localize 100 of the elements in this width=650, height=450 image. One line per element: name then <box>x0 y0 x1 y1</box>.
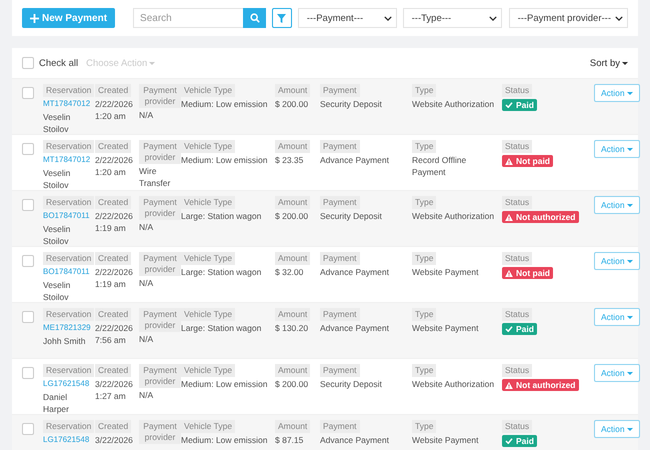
field-value: Website Payment <box>412 434 478 446</box>
field-label: Reservation <box>43 84 94 97</box>
field-label: Vehicle Type <box>181 140 236 153</box>
action-button[interactable]: Action <box>594 364 640 382</box>
field-value: $ 23.35 <box>275 154 304 166</box>
field-label: Amount <box>275 84 310 97</box>
field-label: Type <box>412 420 436 433</box>
search-button[interactable] <box>243 8 266 28</box>
caret-icon <box>149 62 156 64</box>
field-value: 3/22/2026 <box>95 434 133 446</box>
field-label: Payment <box>320 196 360 209</box>
reservation-link[interactable]: BO17847011 <box>43 266 90 278</box>
field-value: 2/22/2026 1:20 am <box>95 154 134 178</box>
field-label: Type <box>412 364 436 377</box>
chevron-icon <box>615 16 623 20</box>
field-label: Vehicle Type <box>181 196 236 209</box>
dropdown[interactable]: ---Type--- <box>402 8 502 28</box>
field-value: Medium: Low emission <box>181 378 268 390</box>
caret-icon <box>626 316 633 318</box>
row-checkbox[interactable] <box>22 143 34 155</box>
plus-icon <box>30 14 39 22</box>
action-button[interactable]: Action <box>594 308 640 326</box>
filter-button[interactable] <box>272 8 292 28</box>
status-badge: Not paid <box>502 155 553 167</box>
filter-icon <box>277 14 286 22</box>
caret-icon <box>626 92 633 94</box>
field-label: Status <box>502 252 532 265</box>
new-payment-button[interactable]: New Payment <box>22 8 116 28</box>
field-value: $ 87.15 <box>275 434 304 446</box>
caret-icon <box>626 260 633 262</box>
field-value: 2/22/2026 1:19 am <box>95 210 134 234</box>
field-value: Advance Payment <box>320 322 389 334</box>
caret-icon <box>626 372 633 374</box>
row-checkbox[interactable] <box>22 255 34 267</box>
field-label: Created <box>95 364 132 377</box>
row-checkbox[interactable] <box>22 199 34 211</box>
row-checkbox[interactable] <box>22 423 34 435</box>
reservation-link[interactable]: LG17621548 <box>43 434 90 446</box>
sort-by-dropdown[interactable]: Sort by <box>590 58 628 68</box>
field-label: Payment provider <box>139 308 181 332</box>
caret-icon <box>626 428 633 430</box>
caret-icon <box>626 204 633 206</box>
field-value: N/A <box>139 333 154 345</box>
field-label: Status <box>502 84 532 97</box>
field-value: Advance Payment <box>320 434 389 446</box>
field-value: Large: Station wagon <box>181 210 262 222</box>
field-label: Status <box>502 364 532 377</box>
caret-icon <box>626 148 633 150</box>
field-value: Security Deposit <box>320 98 382 110</box>
status-badge: Not authorized <box>502 379 578 391</box>
field-label: Payment provider <box>139 364 181 388</box>
field-label: Payment <box>320 252 360 265</box>
dropdown[interactable]: ---Payment--- <box>298 8 397 28</box>
row-checkbox[interactable] <box>22 311 34 323</box>
field-label: Reservation <box>43 420 94 433</box>
field-value: 2/22/2026 1:20 am <box>95 98 134 122</box>
reservation-link[interactable]: ME17821329 <box>43 322 91 334</box>
search-field[interactable]: Search <box>133 8 244 28</box>
field-value: 3/22/2026 1:27 am <box>95 378 134 402</box>
field-value: Medium: Low emission <box>181 434 268 446</box>
caret-icon <box>622 62 628 64</box>
action-button[interactable]: Action <box>594 84 640 102</box>
status-badge: Paid <box>502 323 537 335</box>
field-label: Payment <box>320 420 360 433</box>
customer-name: Johh Smith <box>43 335 86 347</box>
search-icon <box>250 13 260 23</box>
field-label: Status <box>502 420 532 433</box>
reservation-link[interactable]: MT17847012 <box>43 98 90 110</box>
field-label: Type <box>412 140 436 153</box>
field-label: Vehicle Type <box>181 252 236 265</box>
field-value: N/A <box>139 389 154 401</box>
row-checkbox[interactable] <box>22 87 34 99</box>
field-value: $ 200.00 <box>275 98 308 110</box>
reservation-link[interactable]: BO17847011 <box>43 210 90 222</box>
field-label: Payment provider <box>139 252 181 276</box>
field-label: Vehicle Type <box>181 308 236 321</box>
field-value: N/A <box>139 221 154 233</box>
dropdown[interactable]: ---Payment provider--- <box>508 8 628 28</box>
field-label: Amount <box>275 364 310 377</box>
field-label: Payment <box>320 364 360 377</box>
field-label: Payment <box>320 308 360 321</box>
field-value: N/A <box>139 109 154 121</box>
status-badge: Paid <box>502 99 537 111</box>
field-label: Type <box>412 252 436 265</box>
field-label: Amount <box>275 252 310 265</box>
field-label: Payment provider <box>139 140 181 164</box>
status-badge: Paid <box>502 435 537 447</box>
row-checkbox[interactable] <box>22 367 34 379</box>
field-value: Security Deposit <box>320 210 382 222</box>
field-label: Reservation <box>43 252 94 265</box>
action-button[interactable]: Action <box>594 252 640 270</box>
reservation-link[interactable]: MT17847012 <box>43 154 90 166</box>
reservation-link[interactable]: LG17621548 <box>43 378 90 390</box>
action-button[interactable]: Action <box>594 196 640 214</box>
check-all-checkbox[interactable]: Check all <box>22 57 78 69</box>
field-value: Record Offline Payment <box>412 154 468 178</box>
action-button[interactable]: Action <box>594 420 640 438</box>
action-button[interactable]: Action <box>594 140 640 158</box>
customer-name: Veselin Stoilov <box>43 279 72 303</box>
field-label: Payment provider <box>139 420 181 444</box>
